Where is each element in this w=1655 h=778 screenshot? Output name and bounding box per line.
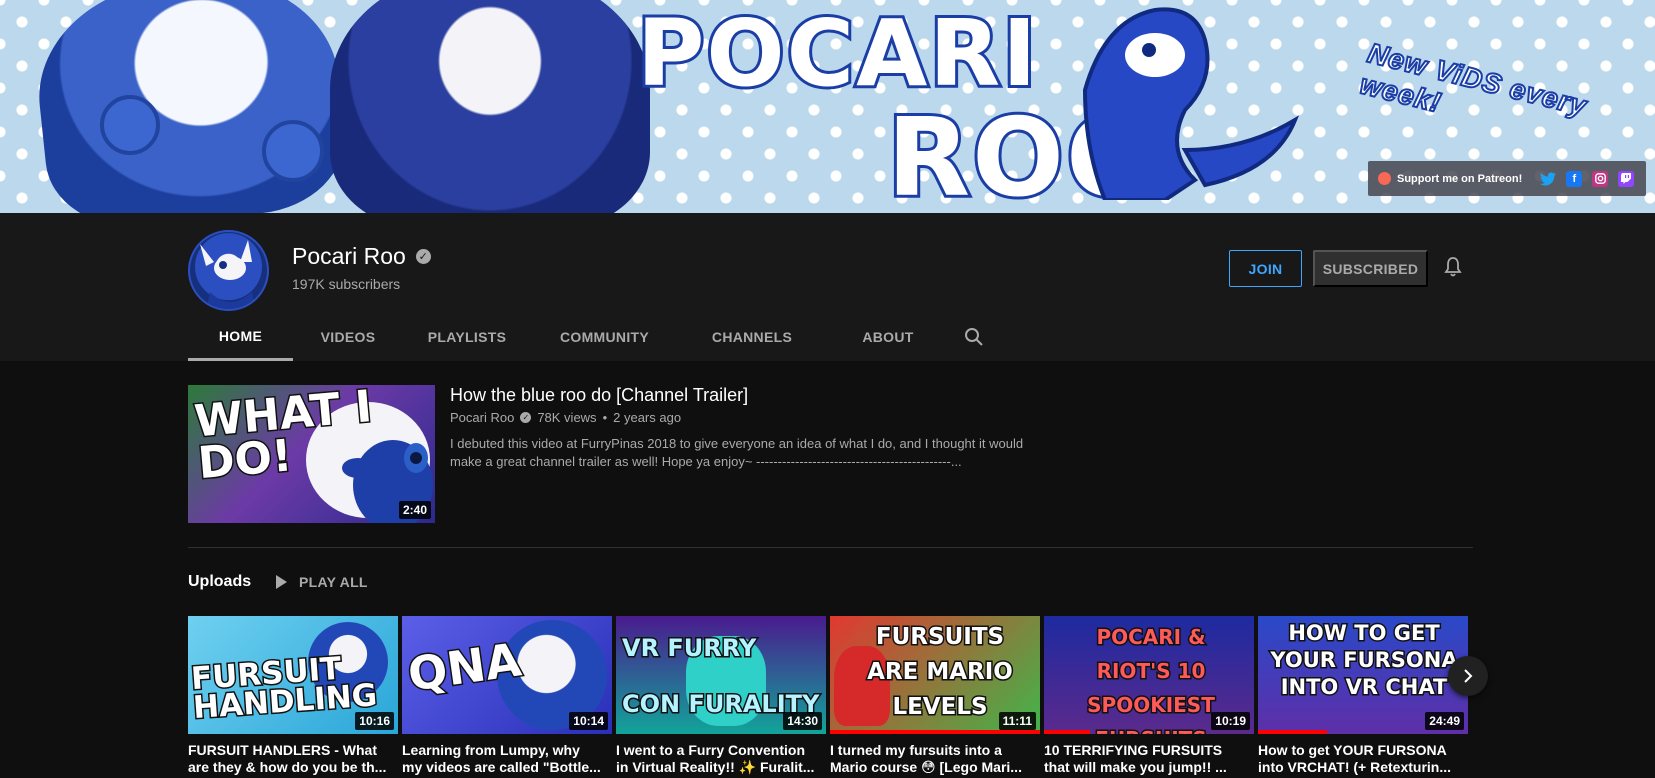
tab-home[interactable]: HOME bbox=[188, 313, 293, 361]
twitch-icon[interactable] bbox=[1618, 170, 1635, 187]
play-all-button[interactable]: PLAY ALL bbox=[276, 571, 368, 593]
trailer-title[interactable]: How the blue roo do [Channel Trailer] bbox=[450, 385, 748, 406]
chevron-right-icon bbox=[1464, 669, 1473, 683]
video-card[interactable]: VR FURRY CON FURALITY 14:30 I went to a … bbox=[616, 616, 826, 776]
video-card[interactable]: HOW TO GET YOUR FURSONA INTO VR CHAT 24:… bbox=[1258, 616, 1468, 776]
join-button[interactable]: JOIN bbox=[1229, 250, 1302, 287]
channel-avatar[interactable] bbox=[188, 230, 269, 311]
patreon-link-label: Support me on Patreon! bbox=[1397, 172, 1523, 185]
video-title-line2[interactable]: into VRCHAT! (+ Retexturin... bbox=[1258, 759, 1468, 776]
video-card[interactable]: FURSUIT HANDLING 10:16 FURSUIT HANDLERS … bbox=[188, 616, 398, 776]
video-card[interactable]: FURSUITS ARE MARIO LEVELS 11:11 I turned… bbox=[830, 616, 1040, 776]
video-title-line2[interactable]: Mario course 😳 [Lego Mari... bbox=[830, 759, 1040, 776]
patreon-icon bbox=[1378, 172, 1391, 185]
video-title[interactable]: How to get YOUR FURSONA bbox=[1258, 742, 1468, 759]
uploads-row: FURSUIT HANDLING 10:16 FURSUIT HANDLERS … bbox=[188, 616, 1468, 778]
trailer-age: 2 years ago bbox=[613, 410, 682, 425]
banner-links: Support me on Patreon! f bbox=[1368, 161, 1646, 196]
video-title-line2[interactable]: are they & how do you be th... bbox=[188, 759, 398, 776]
notification-bell-icon[interactable] bbox=[1441, 255, 1465, 279]
instagram-icon[interactable] bbox=[1592, 170, 1609, 187]
subscribed-button[interactable]: SUBSCRIBED bbox=[1313, 250, 1428, 287]
banner-paw bbox=[262, 120, 324, 182]
video-title[interactable]: I went to a Furry Convention bbox=[616, 742, 826, 759]
video-duration: 10:14 bbox=[569, 712, 608, 730]
channel-header: Pocari Roo ✓ 197K subscribers JOIN SUBSC… bbox=[0, 213, 1655, 361]
banner-fursuit-left bbox=[28, 0, 352, 213]
video-thumb-text: HOW TO GET YOUR FURSONA INTO VR CHAT bbox=[1269, 620, 1459, 701]
video-thumbnail[interactable]: VR FURRY CON FURALITY 14:30 bbox=[616, 616, 826, 734]
play-icon bbox=[276, 575, 287, 589]
video-title[interactable]: 10 TERRIFYING FURSUITS bbox=[1044, 742, 1254, 759]
video-title[interactable]: I turned my fursuits into a bbox=[830, 742, 1040, 759]
channel-banner: POCARI ROO New ViDS every week! Support … bbox=[0, 0, 1655, 213]
tab-channels[interactable]: CHANNELS bbox=[678, 313, 826, 361]
channel-name-text: Pocari Roo bbox=[292, 243, 406, 269]
tab-playlists[interactable]: PLAYLISTS bbox=[403, 313, 531, 361]
meta-separator: • bbox=[602, 410, 608, 425]
video-title-line2[interactable]: that will make you jump!! ... bbox=[1044, 759, 1254, 776]
subscriber-count: 197K subscribers bbox=[292, 276, 401, 292]
section-divider bbox=[188, 547, 1473, 548]
banner-logo: POCARI ROO bbox=[634, 0, 1161, 213]
trailer-channel[interactable]: Pocari Roo bbox=[450, 410, 514, 425]
video-title-line2[interactable]: in Virtual Reality!! ✨ Furalit... bbox=[616, 759, 826, 776]
video-duration: 10:19 bbox=[1211, 712, 1250, 730]
trailer-duration: 2:40 bbox=[398, 501, 431, 519]
tab-videos[interactable]: VIDEOS bbox=[293, 313, 403, 361]
channel-tabs: HOME VIDEOS PLAYLISTS COMMUNITY CHANNELS… bbox=[188, 313, 998, 361]
verified-check-icon: ✓ bbox=[415, 249, 431, 264]
video-card[interactable]: QNA 10:14 Learning from Lumpy, why my vi… bbox=[402, 616, 612, 776]
banner-logo-line1: POCARI bbox=[634, 0, 1039, 110]
channel-search-icon[interactable] bbox=[950, 313, 998, 361]
trailer-description: I debuted this video at FurryPinas 2018 … bbox=[450, 436, 1024, 469]
tab-community[interactable]: COMMUNITY bbox=[531, 313, 678, 361]
video-duration: 24:49 bbox=[1425, 712, 1464, 730]
video-thumbnail[interactable]: HOW TO GET YOUR FURSONA INTO VR CHAT 24:… bbox=[1258, 616, 1468, 734]
video-thumbnail[interactable]: FURSUIT HANDLING 10:16 bbox=[188, 616, 398, 734]
patreon-link[interactable]: Support me on Patreon! bbox=[1378, 172, 1522, 185]
banner-fursuit-right bbox=[330, 0, 650, 213]
tab-about[interactable]: ABOUT bbox=[826, 313, 950, 361]
trailer-views: 78K views bbox=[537, 410, 597, 425]
video-thumbnail[interactable]: QNA 10:14 bbox=[402, 616, 612, 734]
video-duration: 10:16 bbox=[355, 712, 394, 730]
banner-paw bbox=[100, 95, 160, 155]
video-title[interactable]: Learning from Lumpy, why bbox=[402, 742, 612, 759]
banner-roo-mascot bbox=[1082, 7, 1300, 200]
trailer-thumbnail[interactable]: WHAT I DO! 2:40 bbox=[188, 385, 435, 523]
twitter-icon[interactable] bbox=[1540, 171, 1557, 187]
play-all-label: PLAY ALL bbox=[299, 574, 368, 590]
channel-name: Pocari Roo ✓ bbox=[292, 243, 431, 270]
video-thumbnail[interactable]: FURSUITS ARE MARIO LEVELS 11:11 bbox=[830, 616, 1040, 734]
video-title[interactable]: FURSUIT HANDLERS - What bbox=[188, 742, 398, 759]
video-thumb-text: FURSUITS ARE MARIO LEVELS bbox=[866, 623, 1015, 722]
verified-check-icon: ✓ bbox=[520, 412, 532, 423]
watch-progress-bar bbox=[830, 730, 1040, 734]
video-card[interactable]: POCARI & RIOT'S 10 SPOOKIEST FURSUITS 10… bbox=[1044, 616, 1254, 776]
next-arrow-button[interactable] bbox=[1448, 656, 1488, 696]
uploads-title[interactable]: Uploads bbox=[188, 573, 251, 591]
watch-progress-bar bbox=[1258, 730, 1328, 734]
banner-tagline: New ViDS every week! bbox=[1356, 36, 1591, 122]
video-duration: 11:11 bbox=[998, 712, 1036, 730]
video-duration: 14:30 bbox=[783, 712, 822, 730]
facebook-icon[interactable]: f bbox=[1566, 170, 1583, 187]
video-title-line2[interactable]: my videos are called "Bottle... bbox=[402, 759, 612, 776]
watch-progress-bar bbox=[1044, 730, 1091, 734]
trailer-meta: Pocari Roo ✓ 78K views • 2 years ago bbox=[450, 410, 681, 425]
video-thumbnail[interactable]: POCARI & RIOT'S 10 SPOOKIEST FURSUITS 10… bbox=[1044, 616, 1254, 734]
